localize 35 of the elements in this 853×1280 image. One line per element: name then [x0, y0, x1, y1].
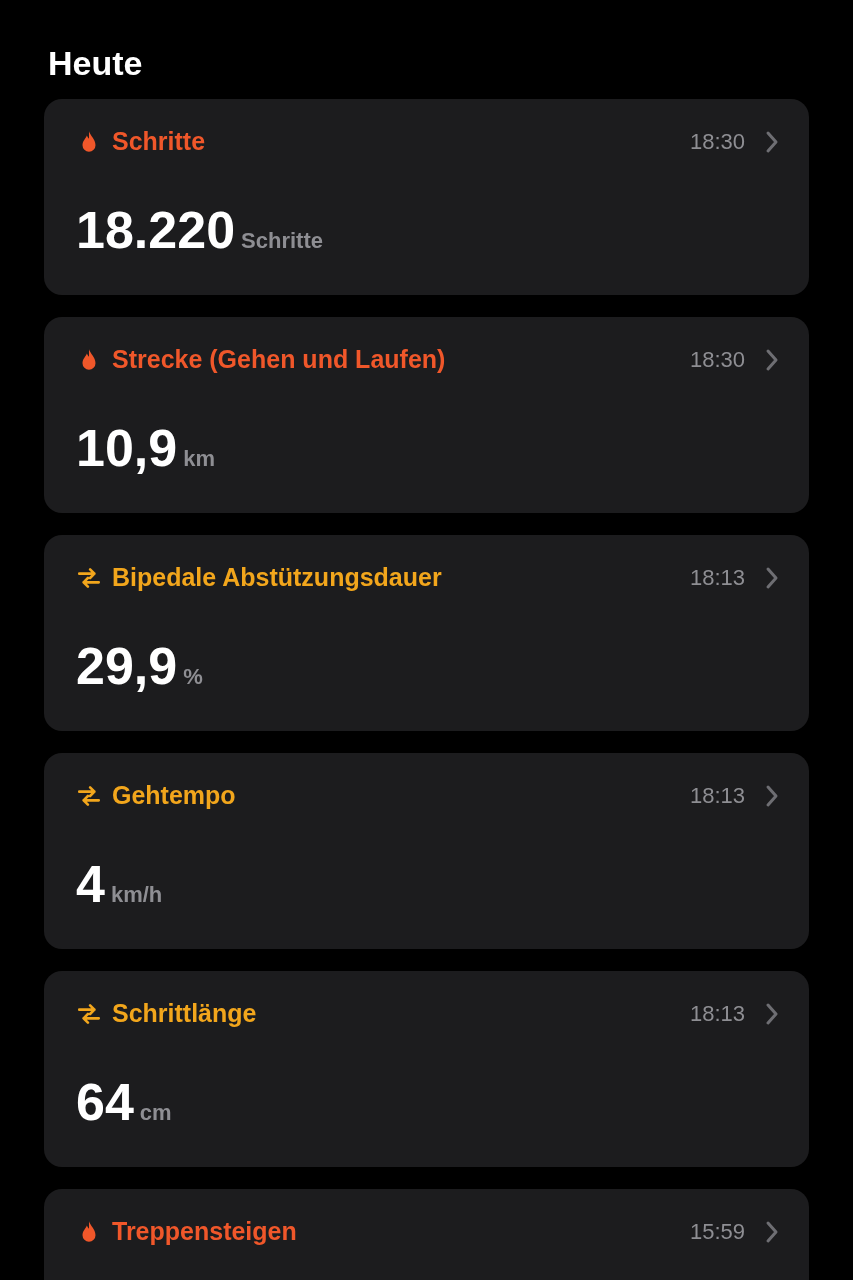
chevron-icon	[765, 1219, 779, 1244]
metric-title: Schritte	[112, 127, 206, 156]
chevron-icon	[765, 783, 779, 808]
timestamp: 15:59	[689, 1218, 745, 1245]
timestamp: 18:13	[689, 1000, 745, 1027]
metric-unit: Schritte	[241, 228, 323, 254]
metric-title: Strecke (Gehen und Laufen)	[112, 345, 446, 374]
metric-title: Gehtempo	[112, 781, 236, 810]
metric-value: 29,9	[76, 636, 178, 696]
timestamp: 18:13	[689, 782, 745, 809]
metric-card[interactable]: Strecke (Gehen und Laufen) 18:30 10,9 km	[44, 317, 809, 513]
metric-value: 4	[76, 854, 105, 914]
metric-unit: km/h	[110, 882, 163, 908]
metric-card[interactable]: Gehtempo 18:13 4 km/h	[44, 753, 809, 949]
metric-unit: km	[183, 446, 215, 472]
metric-value: 18.220	[76, 200, 236, 260]
metric-card[interactable]: Treppensteigen 15:59	[44, 1189, 809, 1280]
chevron-icon	[765, 1001, 779, 1026]
metric-title: Treppensteigen	[112, 1217, 297, 1246]
metric-card[interactable]: Bipedale Abstützungsdauer 18:13 29,9%	[44, 535, 809, 731]
metric-unit: %	[183, 664, 203, 690]
chevron-icon	[765, 347, 779, 372]
timestamp: 18:30	[689, 128, 745, 155]
metric-card[interactable]: Schrittlänge 18:13 64 cm	[44, 971, 809, 1167]
timestamp: 18:13	[689, 564, 745, 591]
chevron-icon	[765, 565, 779, 590]
section-title: Heute	[48, 44, 143, 83]
metric-title: Bipedale Abstützungsdauer	[112, 563, 442, 592]
metric-value: 64	[76, 1072, 134, 1132]
metric-card[interactable]: Schritte 18:30 18.220 Schritte	[44, 99, 809, 295]
metric-value: 10,9	[76, 418, 178, 478]
chevron-icon	[765, 129, 779, 154]
timestamp: 18:30	[689, 346, 745, 373]
metric-unit: cm	[139, 1100, 172, 1126]
metric-title: Schrittlänge	[112, 999, 257, 1028]
